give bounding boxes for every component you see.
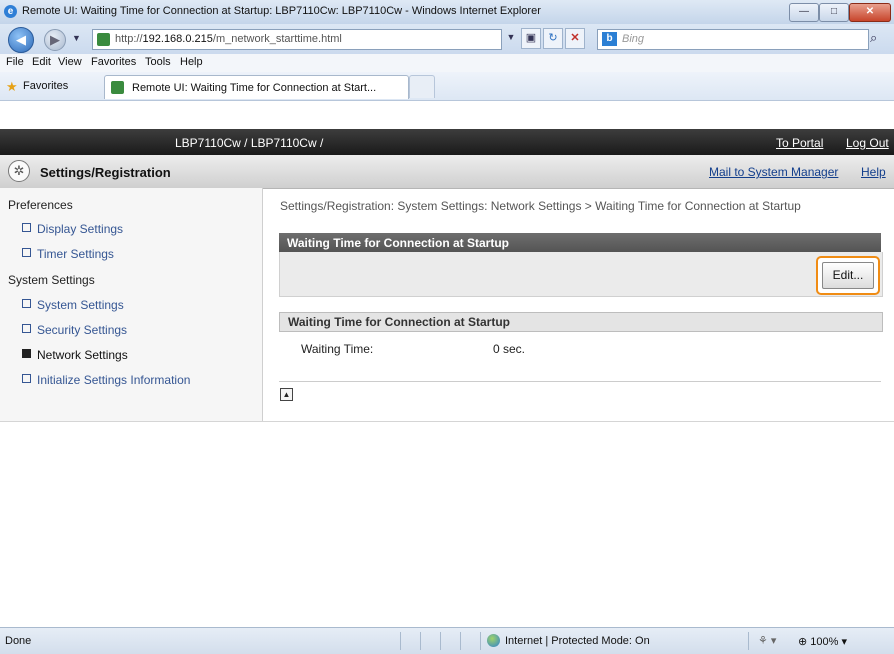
status-separator bbox=[400, 632, 401, 650]
menu-tools[interactable]: Tools bbox=[145, 56, 171, 68]
waiting-time-label: Waiting Time: bbox=[301, 342, 374, 356]
sidebar-item-system-settings[interactable]: System Settings bbox=[22, 298, 124, 312]
status-separator bbox=[440, 632, 441, 650]
close-button[interactable]: ✕ bbox=[849, 3, 891, 22]
page-top-icon[interactable]: ▲ bbox=[280, 388, 293, 401]
mail-system-manager-link[interactable]: Mail to System Manager bbox=[709, 165, 838, 179]
address-dropdown-icon[interactable]: ▼ bbox=[505, 28, 517, 47]
sidebar-item-initialize-settings[interactable]: Initialize Settings Information bbox=[22, 373, 190, 387]
ie-logo-icon: e bbox=[4, 5, 17, 18]
menu-help[interactable]: Help bbox=[180, 56, 203, 68]
sidebar-item-display-settings[interactable]: Display Settings bbox=[22, 222, 123, 236]
tab-site-icon bbox=[111, 81, 124, 94]
menu-bar: File Edit View Favorites Tools Help bbox=[0, 54, 894, 73]
tab-label: Remote UI: Waiting Time for Connection a… bbox=[132, 82, 377, 94]
menu-view[interactable]: View bbox=[58, 56, 82, 68]
device-header: LBP7110Cw / LBP7110Cw / To Portal Log Ou… bbox=[0, 129, 894, 155]
device-path: LBP7110Cw / LBP7110Cw / bbox=[175, 136, 324, 150]
edit-button[interactable]: Edit... bbox=[822, 262, 874, 289]
bullet-icon bbox=[22, 374, 31, 383]
menu-file[interactable]: File bbox=[6, 56, 24, 68]
address-toolbar: ◀ ▶ ▼ http://192.168.0.215/m_network_sta… bbox=[0, 24, 894, 54]
to-portal-link[interactable]: To Portal bbox=[776, 136, 823, 150]
section-header: Waiting Time for Connection at Startup bbox=[279, 233, 881, 252]
address-field[interactable]: http://192.168.0.215/m_network_starttime… bbox=[92, 29, 502, 50]
menu-edit[interactable]: Edit bbox=[32, 56, 51, 68]
breadcrumb: Settings/Registration: System Settings: … bbox=[280, 199, 801, 213]
security-zone[interactable]: Internet | Protected Mode: On bbox=[505, 635, 650, 647]
page-header: ✲ Settings/Registration Mail to System M… bbox=[0, 155, 894, 189]
status-separator bbox=[460, 632, 461, 650]
favorites-bar: ★ Favorites Remote UI: Waiting Time for … bbox=[0, 72, 894, 101]
menu-favorites[interactable]: Favorites bbox=[91, 56, 136, 68]
status-separator bbox=[420, 632, 421, 650]
refresh-icon[interactable]: ↻ bbox=[543, 28, 563, 49]
internet-zone-icon bbox=[487, 634, 500, 647]
browser-tab[interactable]: Remote UI: Waiting Time for Connection a… bbox=[104, 75, 409, 99]
protected-mode-icon[interactable]: ⚘ ▾ bbox=[758, 634, 776, 647]
status-bar: Done Internet | Protected Mode: On ⚘ ▾ ⊕… bbox=[0, 627, 894, 654]
history-dropdown-icon[interactable]: ▼ bbox=[72, 33, 81, 43]
status-separator bbox=[748, 632, 749, 650]
zoom-level[interactable]: ⊕ 100% ▾ bbox=[798, 635, 847, 648]
bullet-icon bbox=[22, 223, 31, 232]
sidebar-item-security-settings[interactable]: Security Settings bbox=[22, 323, 127, 337]
sidebar-item-network-settings[interactable]: Network Settings bbox=[22, 348, 128, 362]
divider bbox=[279, 381, 881, 382]
subsection-title: Waiting Time for Connection at Startup bbox=[288, 315, 510, 329]
window-titlebar: e Remote UI: Waiting Time for Connection… bbox=[0, 0, 894, 25]
bullet-icon bbox=[22, 248, 31, 257]
page-bottom-border bbox=[0, 421, 894, 422]
back-button[interactable]: ◀ bbox=[8, 27, 34, 53]
log-out-link[interactable]: Log Out bbox=[846, 136, 889, 150]
sidebar-item-timer-settings[interactable]: Timer Settings bbox=[22, 247, 114, 261]
edit-panel bbox=[279, 252, 883, 297]
favorites-star-icon[interactable]: ★ bbox=[6, 79, 18, 95]
bullet-icon bbox=[22, 299, 31, 308]
sidebar-section-system-settings: System Settings bbox=[8, 273, 95, 287]
sidebar-section-preferences: Preferences bbox=[8, 198, 73, 212]
status-separator bbox=[480, 632, 481, 650]
help-link[interactable]: Help bbox=[861, 165, 886, 179]
subsection-header: Waiting Time for Connection at Startup bbox=[279, 312, 883, 332]
settings-icon: ✲ bbox=[8, 160, 30, 182]
stop-icon[interactable]: ✕ bbox=[565, 28, 585, 49]
favorites-label[interactable]: Favorites bbox=[23, 80, 68, 92]
waiting-time-value: 0 sec. bbox=[493, 342, 526, 356]
sidebar: Preferences Display Settings Timer Setti… bbox=[0, 188, 263, 421]
maximize-button[interactable]: □ bbox=[819, 3, 849, 22]
search-input[interactable]: b Bing bbox=[597, 29, 869, 50]
address-url: http://192.168.0.215/m_network_starttime… bbox=[115, 33, 342, 45]
search-placeholder: Bing bbox=[622, 33, 645, 45]
search-icon[interactable]: ⌕ bbox=[870, 30, 877, 46]
bing-icon: b bbox=[602, 32, 617, 46]
edit-button-highlight: Edit... bbox=[816, 256, 880, 295]
page-title: Settings/Registration bbox=[40, 165, 171, 180]
new-tab-button[interactable] bbox=[409, 75, 435, 98]
compatibility-view-icon[interactable]: ▣ bbox=[521, 28, 541, 49]
window-title: Remote UI: Waiting Time for Connection a… bbox=[22, 5, 541, 17]
bullet-icon bbox=[22, 324, 31, 333]
forward-button[interactable]: ▶ bbox=[44, 29, 66, 51]
bullet-selected-icon bbox=[22, 349, 31, 358]
section-title: Waiting Time for Connection at Startup bbox=[287, 236, 509, 250]
status-text: Done bbox=[5, 635, 32, 647]
site-icon bbox=[97, 33, 110, 46]
minimize-button[interactable]: — bbox=[789, 3, 819, 22]
